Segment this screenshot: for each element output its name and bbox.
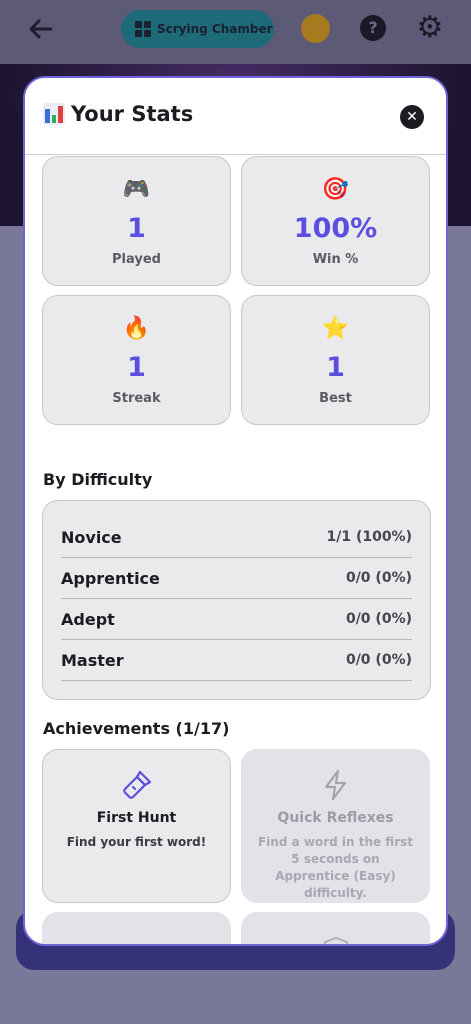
stat-value: 100%	[293, 213, 378, 244]
difficulty-score: 1/1 (100%)	[326, 529, 412, 545]
achievement-card-quick-reflexes[interactable]: Quick Reflexes Find a word in the first …	[241, 749, 430, 903]
lightning-icon	[242, 768, 429, 802]
achievement-card-locked[interactable]	[42, 912, 231, 944]
close-icon[interactable]: ✕	[400, 105, 424, 129]
difficulty-score: 0/0 (0%)	[345, 570, 412, 586]
stat-label: Played	[112, 252, 161, 267]
stat-card-streak: 🔥 1 Streak	[42, 295, 231, 425]
by-difficulty-heading: By Difficulty	[43, 470, 153, 489]
shield-icon	[242, 931, 429, 944]
stat-label: Streak	[112, 391, 161, 406]
difficulty-row-apprentice: Apprentice 0/0 (0%)	[61, 558, 412, 599]
game-controller-icon: 🎮	[122, 177, 151, 202]
target-icon: 🎯	[321, 177, 350, 202]
achievements-heading: Achievements (1/17)	[43, 719, 230, 738]
difficulty-row-adept: Adept 0/0 (0%)	[61, 599, 412, 640]
difficulty-name: Apprentice	[61, 568, 160, 588]
bar-chart-icon	[43, 103, 65, 125]
stat-card-best: ⭐ 1 Best	[241, 295, 430, 425]
stats-modal: Your Stats ✕ 🎮 1 Played 🎯 100% Win % 🔥 1…	[23, 76, 448, 946]
difficulty-score: 0/0 (0%)	[345, 611, 412, 627]
achievement-description: Find a word in the first 5 seconds on Ap…	[257, 835, 414, 900]
difficulty-name: Master	[61, 650, 124, 670]
grid-icon	[135, 21, 151, 37]
fire-icon: 🔥	[122, 316, 151, 341]
stat-value: 1	[326, 352, 345, 383]
difficulty-row-master: Master 0/0 (0%)	[61, 640, 412, 681]
pie-chart-icon[interactable]	[301, 14, 330, 43]
difficulty-row-novice: Novice 1/1 (100%)	[61, 517, 412, 558]
stat-value: 1	[127, 213, 146, 244]
difficulty-score: 0/0 (0%)	[345, 652, 412, 668]
difficulty-name: Adept	[61, 609, 115, 629]
scrying-chamber-button[interactable]: Scrying Chamber	[121, 10, 274, 48]
achievement-card-first-hunt[interactable]: First Hunt Find your first word!	[42, 749, 231, 903]
stat-label: Best	[319, 391, 352, 406]
modal-title-text: Your Stats	[71, 102, 194, 126]
stat-label: Win %	[312, 252, 359, 267]
stat-card-played: 🎮 1 Played	[42, 156, 231, 286]
flashlight-icon	[43, 768, 230, 802]
back-arrow-icon[interactable]	[26, 14, 56, 44]
help-icon[interactable]: ?	[360, 15, 386, 41]
star-icon: ⭐	[321, 316, 350, 341]
difficulty-name: Novice	[61, 527, 122, 547]
scrying-chamber-label: Scrying Chamber	[157, 22, 273, 36]
achievement-card-locked[interactable]	[241, 912, 430, 944]
modal-title: Your Stats	[43, 102, 193, 126]
top-bar: Scrying Chamber ? ⚙	[0, 0, 471, 64]
achievement-title: First Hunt	[96, 810, 177, 826]
gear-icon[interactable]: ⚙	[414, 12, 446, 44]
achievement-description: Find your first word!	[66, 835, 207, 849]
modal-scroll-content[interactable]: 🎮 1 Played 🎯 100% Win % 🔥 1 Streak ⭐ 1 B…	[25, 156, 446, 944]
stat-value: 1	[127, 352, 146, 383]
achievement-title: Quick Reflexes	[277, 810, 394, 826]
stat-card-win-percent: 🎯 100% Win %	[241, 156, 430, 286]
modal-header: Your Stats ✕	[25, 78, 446, 155]
difficulty-table: Novice 1/1 (100%) Apprentice 0/0 (0%) Ad…	[42, 500, 431, 700]
sunrise-icon	[43, 931, 230, 944]
